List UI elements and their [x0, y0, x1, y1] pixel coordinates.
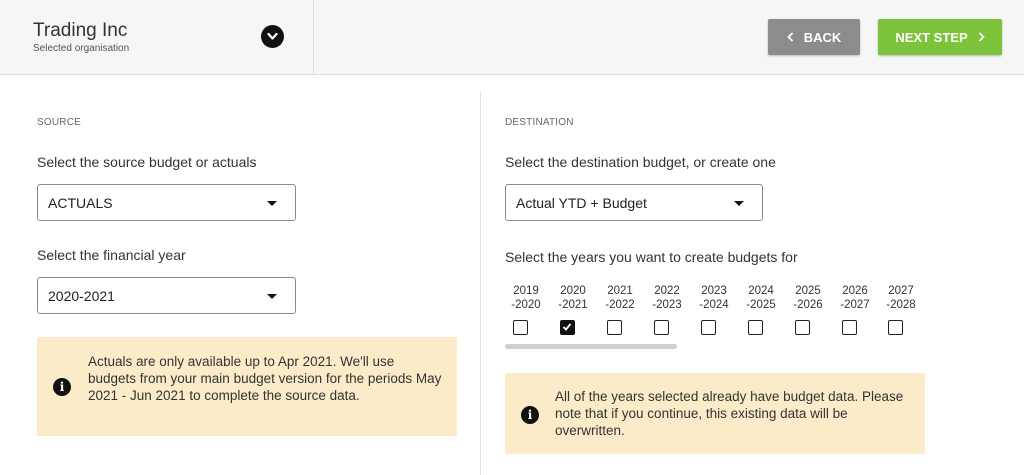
top-bar: Trading Inc Selected organisation BACK N… [0, 0, 1024, 75]
caret-down-icon [267, 294, 277, 299]
year-column-label: 2027 -2028 [886, 285, 916, 311]
next-step-button-label: NEXT STEP [895, 29, 968, 45]
column-divider [480, 92, 481, 475]
destination-section-title: DESTINATION [505, 117, 574, 128]
financial-year-value: 2020-2021 [48, 288, 115, 304]
year-checkbox[interactable] [748, 320, 763, 335]
year-checkbox[interactable] [842, 320, 857, 335]
year-checkbox[interactable] [513, 320, 528, 335]
financial-year-label: Select the financial year [37, 247, 186, 263]
year-checkbox[interactable] [701, 320, 716, 335]
year-column-label: 2021 -2022 [605, 285, 635, 311]
organisation-subtitle: Selected organisation [33, 43, 130, 54]
year-checkbox[interactable] [795, 320, 810, 335]
source-budget-value: ACTUALS [48, 195, 113, 211]
source-budget-label: Select the source budget or actuals [37, 154, 257, 170]
destination-budget-value: Actual YTD + Budget [516, 195, 647, 211]
year-checkbox[interactable] [607, 320, 622, 335]
year-column-label: 2022 -2023 [652, 285, 682, 311]
year-column-label: 2019 -2020 [511, 285, 541, 311]
year-column-label: 2023 -2024 [699, 285, 729, 311]
destination-budget-select[interactable]: Actual YTD + Budget [505, 184, 763, 221]
destination-notice: i All of the years selected already have… [505, 373, 925, 454]
back-button[interactable]: BACK [768, 19, 860, 55]
checkmark-icon [562, 323, 572, 331]
year-checkbox[interactable] [654, 320, 669, 335]
back-button-label: BACK [803, 29, 842, 45]
financial-year-select[interactable]: 2020-2021 [37, 277, 296, 314]
source-notice-text: Actuals are only available up to Apr 202… [88, 354, 442, 403]
info-icon: i [53, 378, 71, 396]
source-budget-select[interactable]: ACTUALS [37, 184, 296, 221]
year-column-label: 2026 -2027 [840, 285, 870, 311]
years-horizontal-scrollbar[interactable] [505, 344, 677, 349]
destination-budget-label: Select the destination budget, or create… [505, 154, 776, 170]
destination-notice-text: All of the years selected already have b… [555, 389, 904, 438]
chevron-right-icon [978, 32, 985, 42]
year-checkbox[interactable] [560, 320, 575, 335]
organisation-selector[interactable]: Trading Inc Selected organisation [0, 0, 314, 75]
chevron-left-icon [786, 32, 793, 42]
year-checkbox-strip: 2019 -2020 2020 -2021 2021 -2022 2022 -2023 … [505, 284, 925, 354]
organisation-dropdown-toggle[interactable] [261, 25, 284, 48]
year-column-label: 2024 -2025 [746, 285, 776, 311]
year-column-label: 2020 -2021 [558, 285, 588, 311]
source-section-title: SOURCE [37, 117, 81, 128]
info-icon: i [521, 406, 539, 424]
year-column-label: 2025 -2026 [793, 285, 823, 311]
caret-down-icon [734, 201, 744, 206]
organisation-name: Trading Inc [33, 20, 128, 41]
next-step-button[interactable]: NEXT STEP [878, 19, 1002, 55]
year-checkbox[interactable] [888, 320, 903, 335]
chevron-down-icon [267, 32, 278, 40]
source-notice: i Actuals are only available up to Apr 2… [37, 337, 457, 436]
caret-down-icon [267, 201, 277, 206]
years-label: Select the years you want to create budg… [505, 249, 798, 265]
